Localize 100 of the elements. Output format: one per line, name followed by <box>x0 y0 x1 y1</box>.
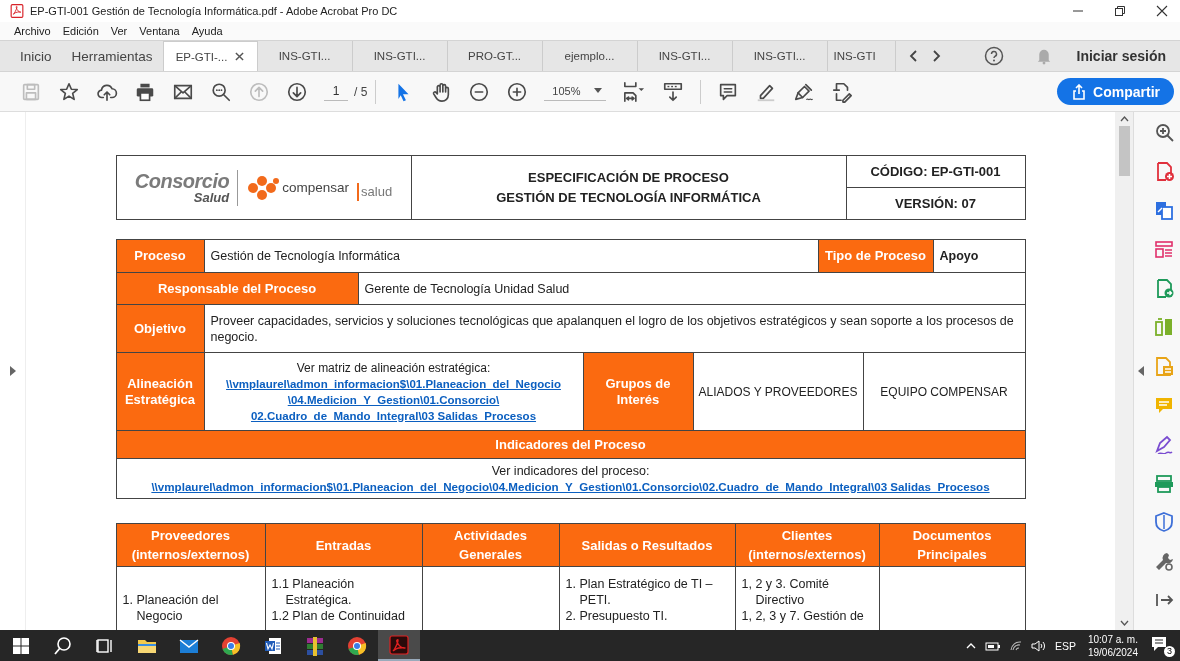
page-arrow-icon[interactable] <box>1154 278 1174 298</box>
pen-icon[interactable] <box>1154 434 1174 454</box>
browser-icon[interactable] <box>347 635 367 656</box>
pages-icon[interactable] <box>1154 200 1174 220</box>
close-icon[interactable] <box>1156 5 1168 17</box>
document-title: ESPECIFICACIÓN DE PROCESO <box>528 170 729 185</box>
notification-icon[interactable] <box>1150 634 1168 653</box>
share-icon <box>1071 83 1088 100</box>
table-header-cell: Objetivo <box>116 305 205 353</box>
table-header-cell: Indicadores del Proceso <box>116 431 1026 459</box>
window-title: EP-GTI-001 Gestión de Tecnología Informática.pdf - Adobe Acrobat Pro DC <box>30 5 398 17</box>
scrollbar[interactable] <box>1115 112 1133 630</box>
clock-time[interactable]: 10:07 a. m. <box>1087 632 1138 646</box>
menu-item[interactable]: Archivo <box>14 25 51 37</box>
language-indicator[interactable]: ESP <box>1054 639 1076 652</box>
search-icon[interactable] <box>53 635 73 656</box>
logo-text: Consorcio <box>134 171 230 191</box>
link-caption: Ver indicadores del proceso: <box>491 462 650 479</box>
pdf-app-icon[interactable] <box>389 634 409 655</box>
column-header: Entradas <box>265 524 423 567</box>
menu-item[interactable]: Ver <box>110 25 128 37</box>
document-code: CÓDIGO: EP-GTI-001 <box>846 156 1025 188</box>
tab[interactable]: ejemplo... <box>542 41 638 71</box>
list-item: 1.2 Plan de Continuidad <box>271 608 405 624</box>
zoom-dropdown[interactable]: 105% <box>544 82 607 101</box>
table-cell: Gerente de Tecnología Unidad Salud <box>358 273 1026 305</box>
star-icon[interactable] <box>58 80 80 103</box>
tab[interactable]: Inicio <box>10 41 62 71</box>
column-header: Documentos Principales <box>879 524 1026 567</box>
windows-logo-icon[interactable] <box>11 635 31 656</box>
list-item: 1, 2, 3 y 7. Gestión de <box>741 608 864 624</box>
search-icon[interactable] <box>210 80 232 103</box>
table-header-cell: Alineación Estratégica <box>116 353 205 431</box>
file-link[interactable]: \\vmplaurel\admon_informacion$\01.Planeacion_del_Negocio\04.Medicion_Y_Gestion\01.Consorcio\02.Cuadro_de_Mando_Integral\03 Salidas_Procesos <box>151 478 990 495</box>
page-plus-icon[interactable] <box>1154 161 1174 181</box>
tab[interactable]: INS-GTI... <box>732 41 828 71</box>
document-title: GESTIÓN DE TECNOLOGÍA INFORMÁTICA <box>496 190 761 205</box>
sign-in-link[interactable]: Iniciar sesión <box>1076 48 1180 64</box>
logo-subtitle: Salud <box>193 191 230 204</box>
document-icon[interactable] <box>263 635 283 656</box>
list-item: 2. Presupuesto TI. <box>565 608 668 624</box>
tab[interactable]: Herramientas <box>61 41 163 71</box>
table-header-cell: Proceso <box>116 240 205 273</box>
column-header: Salidas o Resultados <box>559 524 736 567</box>
table-header-cell: Tipo de Proceso <box>818 240 934 273</box>
menu-item[interactable]: Edición <box>62 25 99 37</box>
caret-icon <box>594 88 603 93</box>
list-item: 1. Planeación del Negocio <box>122 592 220 624</box>
clock-date[interactable]: 19/06/2024 <box>1087 645 1138 659</box>
scroll-down-icon[interactable] <box>1119 620 1129 626</box>
help-icon[interactable] <box>983 46 1004 66</box>
wifi-icon[interactable] <box>1008 639 1023 652</box>
page-count: / 5 <box>354 84 368 99</box>
restore-icon[interactable] <box>1114 5 1126 17</box>
tab[interactable]: INS-GTI... <box>257 41 353 71</box>
zoom-in-icon[interactable] <box>1154 122 1174 142</box>
zoom-in-icon[interactable] <box>506 80 529 103</box>
expand-icon[interactable] <box>9 366 16 376</box>
column-header: Clientes (internos/externos) <box>735 524 880 567</box>
logo-text: compensar <box>282 180 350 195</box>
rows-icon[interactable] <box>1154 239 1174 259</box>
table-header-cell: Responsable del Proceso <box>116 273 359 305</box>
scroll-mode-icon[interactable] <box>662 80 685 103</box>
list-item: 1, 2 y 3. Comité Directivo <box>741 576 831 608</box>
menu-item[interactable]: Ayuda <box>191 25 223 37</box>
battery-icon[interactable] <box>984 639 1001 652</box>
list-item: 1. Plan Estratégico de TI – PETI. <box>565 576 714 608</box>
list-item: 1.1 Planeación Estratégica. <box>271 576 356 608</box>
collapse-icon[interactable] <box>1138 366 1144 376</box>
tab[interactable]: INS-GTI... <box>637 41 733 71</box>
page-pencil-icon[interactable] <box>831 80 854 103</box>
scroll-up-icon[interactable] <box>1119 116 1129 122</box>
column-header: Actividades Generales <box>422 524 560 567</box>
tab[interactable]: INS-GTI <box>827 41 896 71</box>
wrench-icon[interactable] <box>1154 551 1174 571</box>
tab[interactable]: PRO-GT... <box>447 41 543 71</box>
arrow-down-icon[interactable] <box>286 80 308 103</box>
browser-icon[interactable] <box>221 635 241 656</box>
close-icon[interactable] <box>235 52 245 61</box>
column-header: Proveedores (internos/externos) <box>116 524 266 567</box>
shield-icon[interactable] <box>1154 512 1174 532</box>
scrollbar-thumb[interactable] <box>1118 126 1130 176</box>
share-button[interactable]: Compartir <box>1057 78 1174 105</box>
scanner-icon[interactable] <box>1154 473 1174 493</box>
speaker-icon[interactable] <box>1030 639 1047 652</box>
chevron-left-icon[interactable] <box>907 49 920 63</box>
file-link[interactable]: \\vmplaurel\admon_informacion$\01.Planeacion_del_Negocio <box>226 375 561 392</box>
file-link[interactable]: \04.Medicion_Y_Gestion\01.Consorcio\ <box>287 391 500 408</box>
menu-item[interactable]: Ventana <box>139 25 180 37</box>
zoom-out-icon[interactable] <box>468 80 491 103</box>
logo-dots-icon <box>246 174 281 201</box>
page-number-field[interactable]: 1 <box>324 82 348 101</box>
tab[interactable]: INS-GTI... <box>352 41 448 71</box>
fit-page-icon[interactable] <box>622 80 647 103</box>
tab[interactable]: EP-GTI-... <box>162 41 258 71</box>
table-cell: Apoyo <box>933 240 1026 273</box>
pdf-file-icon <box>10 4 24 18</box>
table-header-cell: Grupos de Interés <box>583 353 694 431</box>
file-link[interactable]: 02.Cuadro_de_Mando_Integral\03 Salidas_Procesos <box>250 407 537 424</box>
archive-icon[interactable] <box>305 635 325 656</box>
